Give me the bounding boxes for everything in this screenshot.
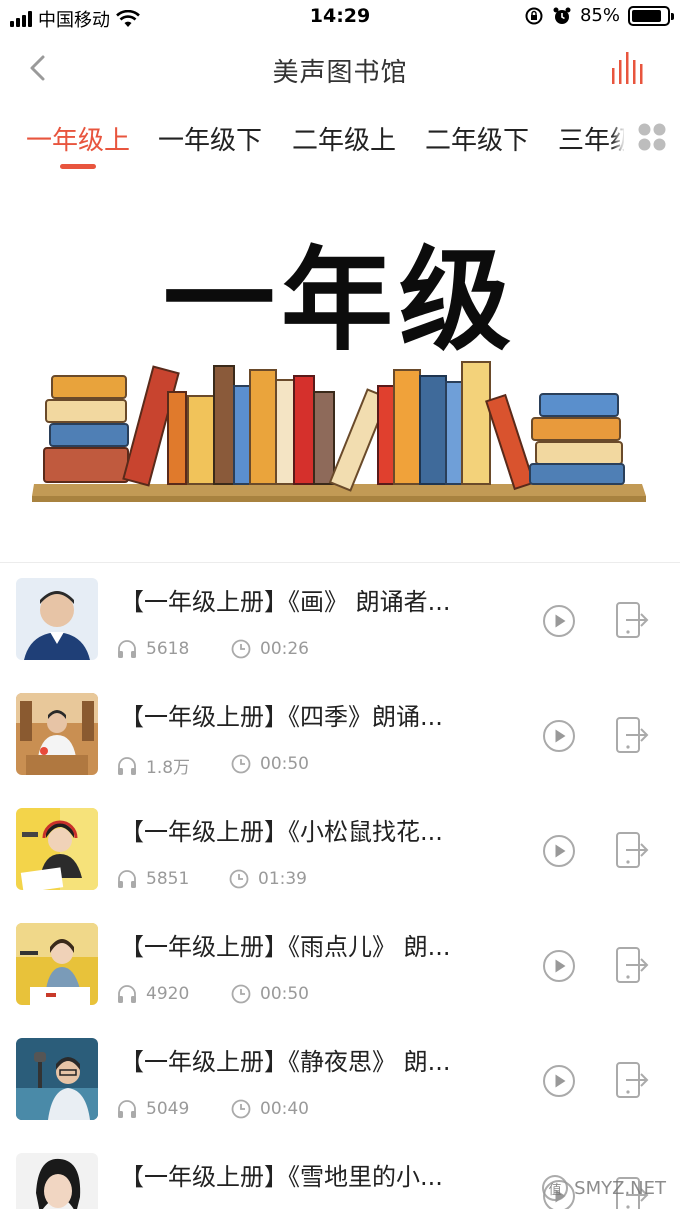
list-item[interactable]: 【一年级上册】《雨点儿》 朗... 4920 00:50 (0, 923, 680, 1038)
tab-grade2-down[interactable]: 二年级下 (425, 120, 529, 157)
duration-value: 00:50 (260, 754, 309, 774)
play-count-value: 1.8万 (146, 758, 191, 778)
tab-grid-button[interactable] (624, 110, 680, 164)
play-count: 5049 (116, 1098, 189, 1120)
play-count: 5618 (116, 638, 189, 660)
list-item[interactable]: 【一年级上册】《四季》朗诵... 1.8万 00:50 (0, 693, 680, 808)
play-count: 4920 (116, 983, 189, 1005)
reader-avatar (16, 693, 98, 775)
play-icon[interactable] (542, 719, 576, 753)
watermark-text: SMYZ.NET (574, 1177, 666, 1199)
nav-bar: 美声图书馆 (0, 34, 680, 106)
duration-value: 01:39 (258, 869, 307, 889)
play-icon[interactable] (542, 949, 576, 983)
item-title: 【一年级上册】《雨点儿》 朗... (120, 933, 451, 961)
duration-value: 00:40 (260, 1099, 309, 1119)
duration: 01:39 (228, 868, 307, 890)
rotation-lock-icon (525, 7, 543, 24)
headphones-icon (118, 985, 136, 1003)
play-count: 5851 (116, 868, 189, 890)
watermark-badge: 值 (542, 1175, 569, 1201)
play-count-value: 5618 (146, 639, 190, 659)
play-count-value: 5049 (146, 1099, 190, 1119)
headphones-icon (118, 1100, 136, 1118)
section-divider (0, 562, 680, 563)
share-to-phone-icon[interactable] (614, 715, 650, 755)
play-icon[interactable] (542, 1064, 576, 1098)
item-title: 【一年级上册】《静夜思》 朗... (120, 1048, 451, 1076)
watermark: 值 SMYZ.NET (542, 1175, 666, 1201)
active-tab-indicator (60, 164, 96, 169)
grade-tabs: 一年级上 一年级下 二年级上 二年级下 三年级 (0, 106, 680, 172)
grade-banner: 一年级 (0, 196, 680, 516)
play-icon[interactable] (542, 604, 576, 638)
duration-value: 00:26 (260, 639, 309, 659)
grid-icon (638, 123, 666, 151)
bookshelf-illustration (32, 361, 646, 502)
share-to-phone-icon[interactable] (614, 830, 650, 870)
duration: 00:40 (230, 1098, 309, 1120)
headphones-icon (118, 756, 136, 775)
list-item[interactable]: 【一年级上册】《画》 朗诵者... 5618 00:26 (0, 578, 680, 693)
headphones-icon (118, 870, 136, 888)
clock-icon (229, 869, 249, 889)
alarm-icon (553, 7, 571, 24)
share-to-phone-icon[interactable] (614, 945, 650, 985)
duration-value: 00:50 (260, 984, 309, 1004)
audio-bars-icon[interactable] (610, 50, 644, 86)
reader-avatar (16, 1153, 98, 1209)
share-to-phone-icon[interactable] (614, 1060, 650, 1100)
tab-grade2-up[interactable]: 二年级上 (292, 120, 396, 157)
clock-icon (231, 639, 251, 659)
reader-avatar (16, 578, 98, 660)
battery-percent: 85% (579, 5, 620, 26)
play-count-value: 5851 (146, 869, 190, 889)
clock-icon (231, 754, 251, 774)
tab-grade1-down[interactable]: 一年级下 (158, 120, 262, 157)
play-icon[interactable] (542, 834, 576, 868)
reader-avatar (16, 1038, 98, 1120)
headphones-icon (118, 640, 136, 658)
list-item[interactable]: 【一年级上册】《小松鼠找花... 5851 01:39 (0, 808, 680, 923)
status-bar: 中国移动 14:29 85% (0, 0, 680, 34)
item-title: 【一年级上册】《雪地里的小... (120, 1163, 443, 1191)
banner-title: 一年级 (163, 236, 517, 366)
list-item[interactable]: 【一年级上册】《静夜思》 朗... 5049 00:40 (0, 1038, 680, 1153)
clock-icon (231, 1099, 251, 1119)
play-count: 1.8万 (116, 753, 190, 778)
duration: 00:50 (230, 753, 309, 775)
reader-avatar (16, 923, 98, 1005)
item-title: 【一年级上册】《四季》朗诵... (120, 703, 443, 731)
duration: 00:50 (230, 983, 309, 1005)
item-title: 【一年级上册】《小松鼠找花... (120, 818, 443, 846)
item-title: 【一年级上册】《画》 朗诵者... (120, 588, 451, 616)
tab-grade1-up[interactable]: 一年级上 (26, 120, 130, 157)
share-to-phone-icon[interactable] (614, 600, 650, 640)
duration: 00:26 (230, 638, 309, 660)
battery-icon (628, 5, 674, 26)
play-count-value: 4920 (146, 984, 190, 1004)
page-title: 美声图书馆 (272, 58, 408, 88)
clock-icon (231, 984, 251, 1004)
reader-avatar (16, 808, 98, 890)
